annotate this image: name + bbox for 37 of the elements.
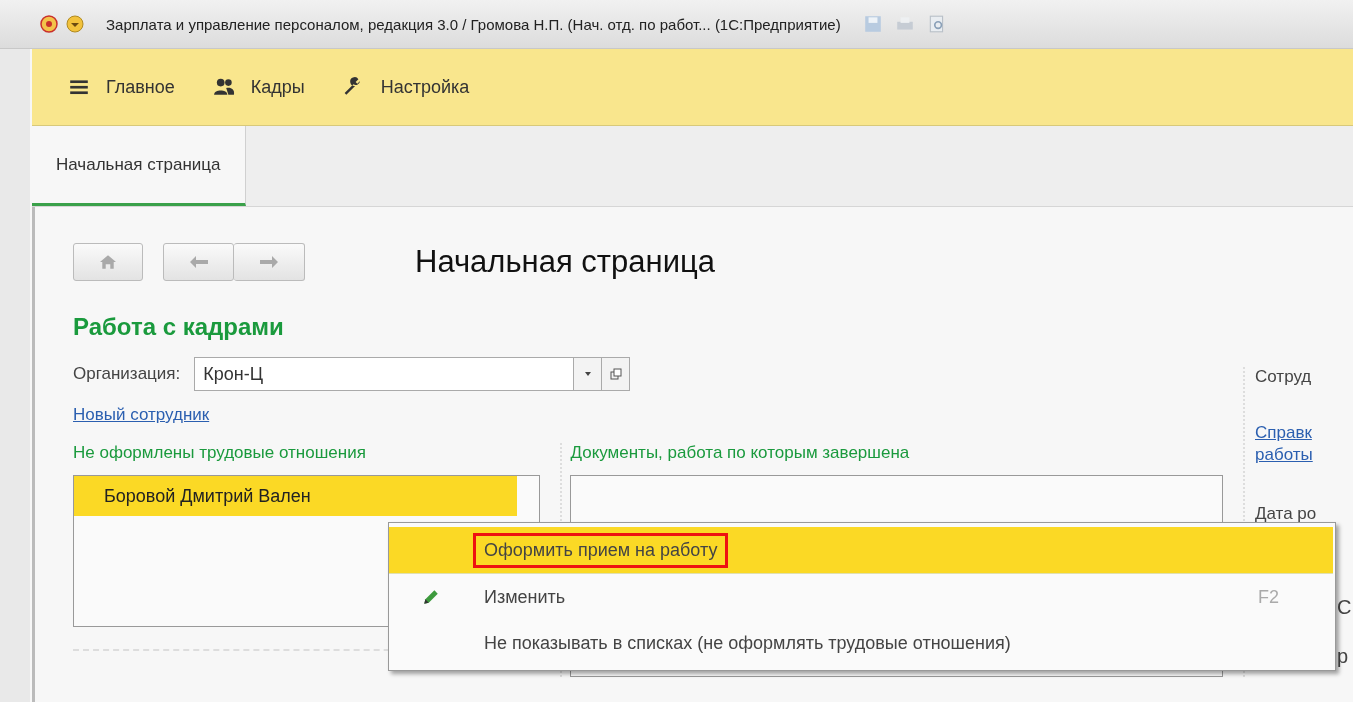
shortcut-label: F2: [1258, 586, 1279, 608]
dropdown-icon[interactable]: [66, 15, 84, 33]
section-button[interactable]: Настройка: [336, 72, 476, 102]
back-button[interactable]: [163, 243, 234, 281]
text-fragment: С: [1337, 596, 1353, 619]
open-button[interactable]: [602, 357, 631, 391]
section-button[interactable]: Главное: [62, 72, 181, 102]
home-button[interactable]: [73, 243, 143, 281]
open-window-icon: [609, 368, 622, 380]
new-employee-link[interactable]: Новый сотрудник: [73, 405, 210, 425]
window-title: Зарплата и управление персоналом, редакция 3.0 / Громова Н.П. (Нач. отд. по работ... (1С:Предприятие): [106, 15, 841, 33]
menu-item[interactable]: Не показывать в списках (не оформлять трудовые отношения): [389, 620, 1335, 666]
text-fragment: р: [1337, 645, 1350, 668]
app-logo-icon: [40, 15, 58, 33]
arrow-right-icon: [259, 254, 279, 270]
organization-label: Организация:: [73, 364, 181, 384]
certificate-link[interactable]: Справк работы: [1255, 422, 1353, 466]
organization-field[interactable]: Крон-Ц: [194, 357, 575, 391]
pencil-icon: [422, 588, 440, 606]
dropdown-button[interactable]: [574, 357, 603, 391]
save-icon[interactable]: [862, 14, 883, 34]
section-button[interactable]: Кадры: [206, 72, 311, 102]
field-label: Дата ро: [1255, 504, 1318, 524]
arrow-left-icon: [188, 254, 209, 270]
tab[interactable]: Начальная страница: [32, 126, 246, 206]
home-icon: [98, 254, 118, 270]
people-icon: [212, 76, 235, 98]
column-heading: Сотруд: [1255, 367, 1313, 387]
section-heading: Работа с кадрами: [73, 313, 285, 341]
menu-item[interactable]: Оформить прием на работу: [389, 527, 1333, 574]
page-title: Начальная страница: [415, 244, 715, 280]
forward-button[interactable]: [234, 243, 305, 281]
caret-icon: [583, 371, 592, 377]
list-title: Документы, работа по которым завершена: [570, 443, 911, 463]
list-title: Не оформлены трудовые отношения: [73, 443, 367, 463]
menu-item[interactable]: Изменить F2: [389, 574, 1335, 620]
list-row[interactable]: Боровой Дмитрий Вален: [74, 476, 518, 516]
